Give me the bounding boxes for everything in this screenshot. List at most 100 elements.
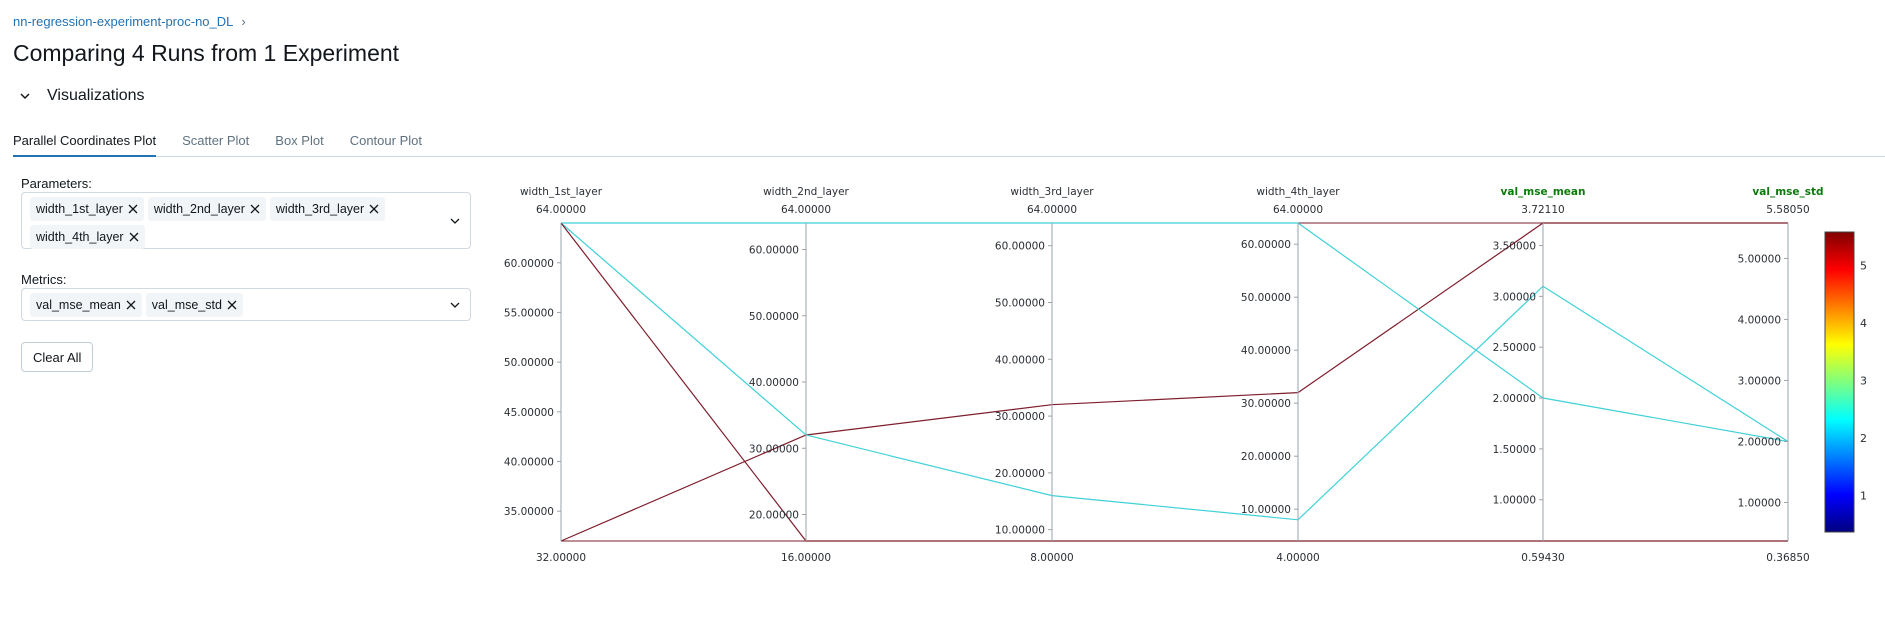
axis-tick-label: 50.00000: [504, 357, 554, 369]
chip-width-3rd-layer: width_3rd_layer: [269, 197, 386, 221]
colorbar-tick-label: 3: [1860, 375, 1867, 388]
metrics-label: Metrics:: [21, 272, 67, 287]
close-icon[interactable]: [250, 204, 260, 214]
close-icon[interactable]: [126, 300, 136, 310]
axis-max-label: 64.00000: [1027, 204, 1077, 216]
axis-tick-label: 40.00000: [1241, 345, 1291, 357]
axis-tick-label: 2.50000: [1493, 342, 1536, 354]
breadcrumb-experiment-link[interactable]: nn-regression-experiment-proc-no_DL: [13, 14, 233, 29]
axis-tick-label: 30.00000: [1241, 398, 1291, 410]
axis-max-label: 64.00000: [1273, 204, 1323, 216]
axis-tick-label: 4.00000: [1738, 314, 1781, 326]
axis-min-label: 8.00000: [1030, 552, 1073, 564]
chip-label: width_3rd_layer: [275, 202, 365, 216]
close-icon[interactable]: [129, 232, 139, 242]
axis-tick-label: 2.00000: [1738, 436, 1781, 448]
parameters-select[interactable]: width_1st_layer width_2nd_layer width_3r…: [21, 192, 471, 249]
visualizations-section-toggle[interactable]: Visualizations: [17, 87, 145, 105]
axis-tick-label: 60.00000: [1241, 239, 1291, 251]
axis-tick-label: 2.00000: [1493, 393, 1536, 405]
section-title: Visualizations: [47, 87, 145, 104]
chip-width-2nd-layer: width_2nd_layer: [147, 197, 266, 221]
run-line-0[interactable]: [560, 222, 1788, 542]
axis-tick-label: 10.00000: [995, 525, 1045, 537]
close-icon[interactable]: [128, 204, 138, 214]
colorbar-tick-label: 1: [1860, 490, 1867, 503]
axis-title: val_mse_mean: [1501, 186, 1586, 198]
chevron-down-icon[interactable]: [450, 300, 460, 310]
close-icon[interactable]: [227, 300, 237, 310]
axis-tick-label: 1.00000: [1493, 495, 1536, 507]
axis-min-label: 32.00000: [536, 552, 586, 564]
axis-max-label: 3.72110: [1521, 204, 1564, 216]
axis-width_1st_layer[interactable]: width_1st_layer 64.00000 32.00000 35.00000 4…: [504, 186, 603, 564]
axis-title: width_3rd_layer: [1010, 186, 1094, 198]
axis-max-label: 5.58050: [1766, 204, 1809, 216]
axis-tick-label: 30.00000: [995, 411, 1045, 423]
colorbar: [1824, 231, 1855, 533]
axis-title: val_mse_std: [1752, 186, 1823, 198]
axis-tick-label: 40.00000: [995, 354, 1045, 366]
chip-label: val_mse_std: [151, 298, 222, 312]
run-line-3[interactable]: [560, 222, 1788, 542]
axis-tick-label: 40.00000: [504, 457, 554, 469]
axis-tick-label: 60.00000: [995, 241, 1045, 253]
tab-contour-plot[interactable]: Contour Plot: [350, 122, 422, 155]
axis-tick-label: 40.00000: [749, 377, 799, 389]
axis-min-label: 16.00000: [781, 552, 831, 564]
chip-label: width_2nd_layer: [153, 202, 245, 216]
chip-label: val_mse_mean: [36, 298, 121, 312]
axis-tick-label: 30.00000: [749, 443, 799, 455]
axis-width_4th_layer[interactable]: width_4th_layer 64.00000 4.00000 10.00000 20…: [1241, 186, 1340, 564]
axis-tick-label: 3.00000: [1738, 375, 1781, 387]
chip-label: width_4th_layer: [36, 230, 124, 244]
close-icon[interactable]: [369, 204, 379, 214]
clear-all-button[interactable]: Clear All: [21, 342, 94, 372]
axis-tick-label: 55.00000: [504, 307, 554, 319]
chip-width-1st-layer: width_1st_layer: [30, 197, 144, 221]
axis-max-label: 64.00000: [781, 204, 831, 216]
chevron-down-icon[interactable]: [450, 216, 460, 226]
axis-tick-label: 20.00000: [749, 510, 799, 522]
run-line-1[interactable]: [560, 222, 1789, 521]
colorbar-tick-label: 5: [1860, 259, 1867, 272]
axis-tick-label: 20.00000: [1241, 451, 1291, 463]
axis-tick-label: 60.00000: [749, 245, 799, 257]
axis-tick-label: 3.50000: [1493, 240, 1536, 252]
colorbar-tick-label: 2: [1860, 432, 1867, 445]
axis-tick-label: 60.00000: [504, 258, 554, 270]
chip-val-mse-std: val_mse_std: [145, 293, 243, 317]
axis-tick-label: 1.00000: [1738, 497, 1781, 509]
metrics-select[interactable]: val_mse_mean val_mse_std: [21, 288, 471, 321]
axis-val_mse_std[interactable]: val_mse_std 5.58050 0.36850 1.00000 2.00000 3…: [1738, 186, 1824, 564]
breadcrumb-chevron-icon: ›: [241, 14, 246, 29]
axis-max-label: 64.00000: [536, 204, 586, 216]
axis-tick-label: 50.00000: [995, 298, 1045, 310]
chip-width-4th-layer: width_4th_layer: [30, 225, 145, 249]
tab-box-plot[interactable]: Box Plot: [275, 122, 323, 155]
axis-tick-label: 50.00000: [1241, 292, 1291, 304]
axis-title: width_1st_layer: [520, 186, 603, 198]
axis-title: width_2nd_layer: [763, 186, 849, 198]
axis-tick-label: 1.50000: [1493, 444, 1536, 456]
axis-min-label: 4.00000: [1276, 552, 1319, 564]
axis-tick-label: 35.00000: [504, 506, 554, 518]
tab-parallel-coordinates[interactable]: Parallel Coordinates Plot: [13, 122, 157, 157]
axis-width_2nd_layer[interactable]: width_2nd_layer 64.00000 16.00000 20.00000 3…: [749, 186, 850, 564]
breadcrumb: nn-regression-experiment-proc-no_DL ›: [13, 14, 246, 29]
parameters-label: Parameters:: [21, 176, 92, 191]
axis-tick-label: 45.00000: [504, 407, 554, 419]
colorbar-tick-label: 4: [1860, 317, 1867, 330]
axis-tick-label: 20.00000: [995, 468, 1045, 480]
chevron-down-icon: [20, 93, 30, 100]
run-line-2[interactable]: [561, 222, 1789, 443]
axis-min-label: 0.36850: [1766, 552, 1809, 564]
chip-label: width_1st_layer: [36, 202, 123, 216]
axis-tick-label: 50.00000: [749, 311, 799, 323]
visualization-tabs: Parallel Coordinates Plot Scatter Plot B…: [13, 122, 1885, 157]
axis-val_mse_mean[interactable]: val_mse_mean 3.72110 0.59430 1.00000 1.50000…: [1493, 186, 1586, 564]
axis-tick-label: 3.00000: [1493, 291, 1536, 303]
axis-tick-label: 5.00000: [1738, 253, 1781, 265]
axis-width_3rd_layer[interactable]: width_3rd_layer 64.00000 8.00000 10.00000 20…: [995, 186, 1094, 564]
tab-scatter-plot[interactable]: Scatter Plot: [182, 122, 249, 155]
